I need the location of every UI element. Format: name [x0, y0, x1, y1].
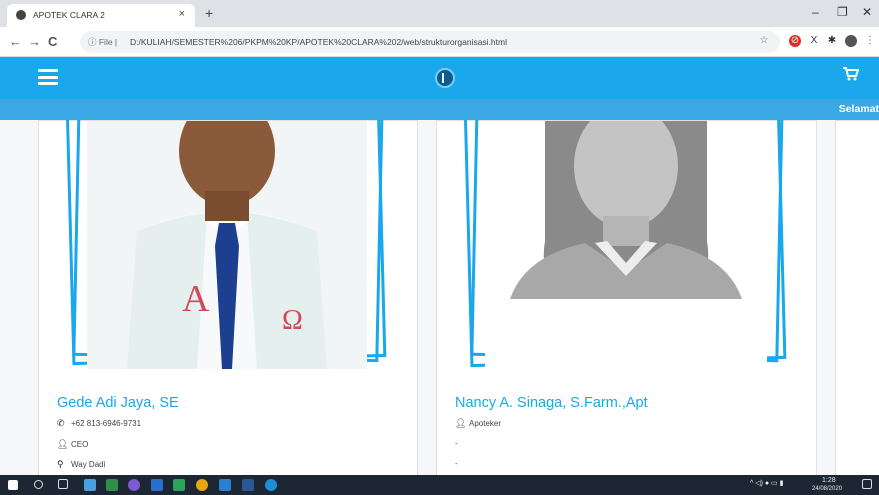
back-button[interactable]: ← — [9, 34, 22, 49]
staff-name: Nancy A. Sinaga, S.Farm.,Apt — [455, 395, 648, 411]
maximize-button[interactable]: ❐ — [837, 5, 848, 19]
tab-favicon-icon — [16, 10, 26, 20]
search-icon[interactable] — [34, 480, 43, 489]
browser-tab-bar: APOTEK CLARA 2 × + – ❐ ✕ — [0, 0, 879, 27]
windows-taskbar: ^ ◁) ● ▭ ▮ 1:28 24/08/2020 — [0, 475, 879, 495]
user-icon: 👤︎ — [57, 439, 69, 449]
staff-photo: A Ω — [87, 121, 367, 369]
chrome-icon[interactable] — [196, 479, 208, 491]
minimize-button[interactable]: – — [812, 5, 819, 19]
hamburger-icon[interactable] — [38, 69, 58, 85]
profile-avatar[interactable] — [845, 35, 857, 47]
staff-card-partial — [835, 120, 879, 475]
staff-role: Apoteker — [469, 419, 502, 428]
logo-icon[interactable] — [435, 68, 455, 88]
browser-tab[interactable]: APOTEK CLARA 2 × — [7, 4, 195, 27]
window-close-button[interactable]: ✕ — [862, 5, 872, 19]
app-icon-au[interactable] — [106, 479, 118, 491]
app-icon-green[interactable] — [173, 479, 185, 491]
staff-role: CEO — [71, 440, 89, 449]
app-icon-store[interactable] — [219, 479, 231, 491]
tray-icons[interactable]: ^ ◁) ● ▭ ▮ — [750, 479, 783, 487]
app-icon-blue[interactable] — [151, 479, 163, 491]
staff-role-row: 👤︎ CEO — [57, 439, 88, 450]
clock-date[interactable]: 24/08/2020 — [812, 486, 842, 492]
staff-detail-line: - — [455, 459, 458, 468]
staff-card: Nancy A. Sinaga, S.Farm.,Apt 👤︎ Apoteker … — [436, 120, 817, 475]
staff-location-row: ⚲ Way Dadi — [57, 459, 105, 470]
staff-name: Gede Adi Jaya, SE — [57, 395, 179, 411]
browser-address-bar: ← → C ⓘ File | D:/KULIAH/SEMESTER%206/PK… — [0, 27, 879, 57]
extensions-puzzle-icon[interactable]: ✱ — [826, 35, 838, 47]
file-explorer-icon[interactable] — [84, 479, 96, 491]
tab-title: APOTEK CLARA 2 — [33, 10, 105, 20]
notification-icon[interactable] — [862, 479, 872, 489]
extension-x-icon[interactable]: X — [808, 35, 820, 47]
forward-button[interactable]: → — [28, 34, 41, 49]
photo-shirt-letter-a: A — [182, 278, 210, 320]
star-icon[interactable]: ☆ — [758, 35, 770, 47]
clock-time[interactable]: 1:28 — [822, 477, 836, 484]
staff-phone-row: ✆ +62 813-6946-9731 — [57, 418, 141, 429]
user-icon: 👤︎ — [455, 418, 467, 428]
task-view-icon[interactable] — [58, 479, 68, 489]
word-icon[interactable] — [242, 479, 254, 491]
edge-icon[interactable] — [265, 479, 277, 491]
reload-button[interactable]: C — [48, 34, 57, 49]
url-text: D:/KULIAH/SEMESTER%206/PKPM%20KP/APOTEK%… — [130, 37, 507, 47]
site-header — [0, 57, 879, 99]
staff-role-row: 👤︎ Apoteker — [455, 418, 501, 429]
location-icon: ⚲ — [57, 459, 64, 469]
staff-photo-placeholder — [485, 121, 767, 369]
staff-phone: +62 813-6946-9731 — [71, 419, 142, 428]
staff-location: Way Dadi — [71, 460, 106, 469]
tab-close-button[interactable]: × — [179, 8, 185, 20]
url-prefix: ⓘ File | — [88, 37, 118, 47]
staff-detail-line: - — [455, 439, 458, 448]
photo-shirt-letter-omega: Ω — [282, 305, 303, 336]
app-icon-vs[interactable] — [128, 479, 140, 491]
phone-icon: ✆ — [57, 418, 65, 428]
staff-card: A Ω Gede Adi Jaya, SE ✆ +62 813-6946-9731… — [38, 120, 418, 475]
menu-kebab-icon[interactable]: ⋮ — [864, 35, 876, 47]
extension-stop-icon[interactable]: ⊘ — [789, 35, 801, 47]
staff-section: A Ω Gede Adi Jaya, SE ✆ +62 813-6946-9731… — [0, 120, 879, 475]
greeting-bar: Selamat — [0, 99, 879, 120]
start-windows-icon[interactable] — [8, 480, 18, 490]
url-field[interactable]: ⓘ File | D:/KULIAH/SEMESTER%206/PKPM%20K… — [80, 31, 780, 53]
cart-icon[interactable] — [843, 66, 860, 86]
new-tab-button[interactable]: + — [205, 5, 213, 21]
greeting-text: Selamat — [838, 103, 879, 115]
